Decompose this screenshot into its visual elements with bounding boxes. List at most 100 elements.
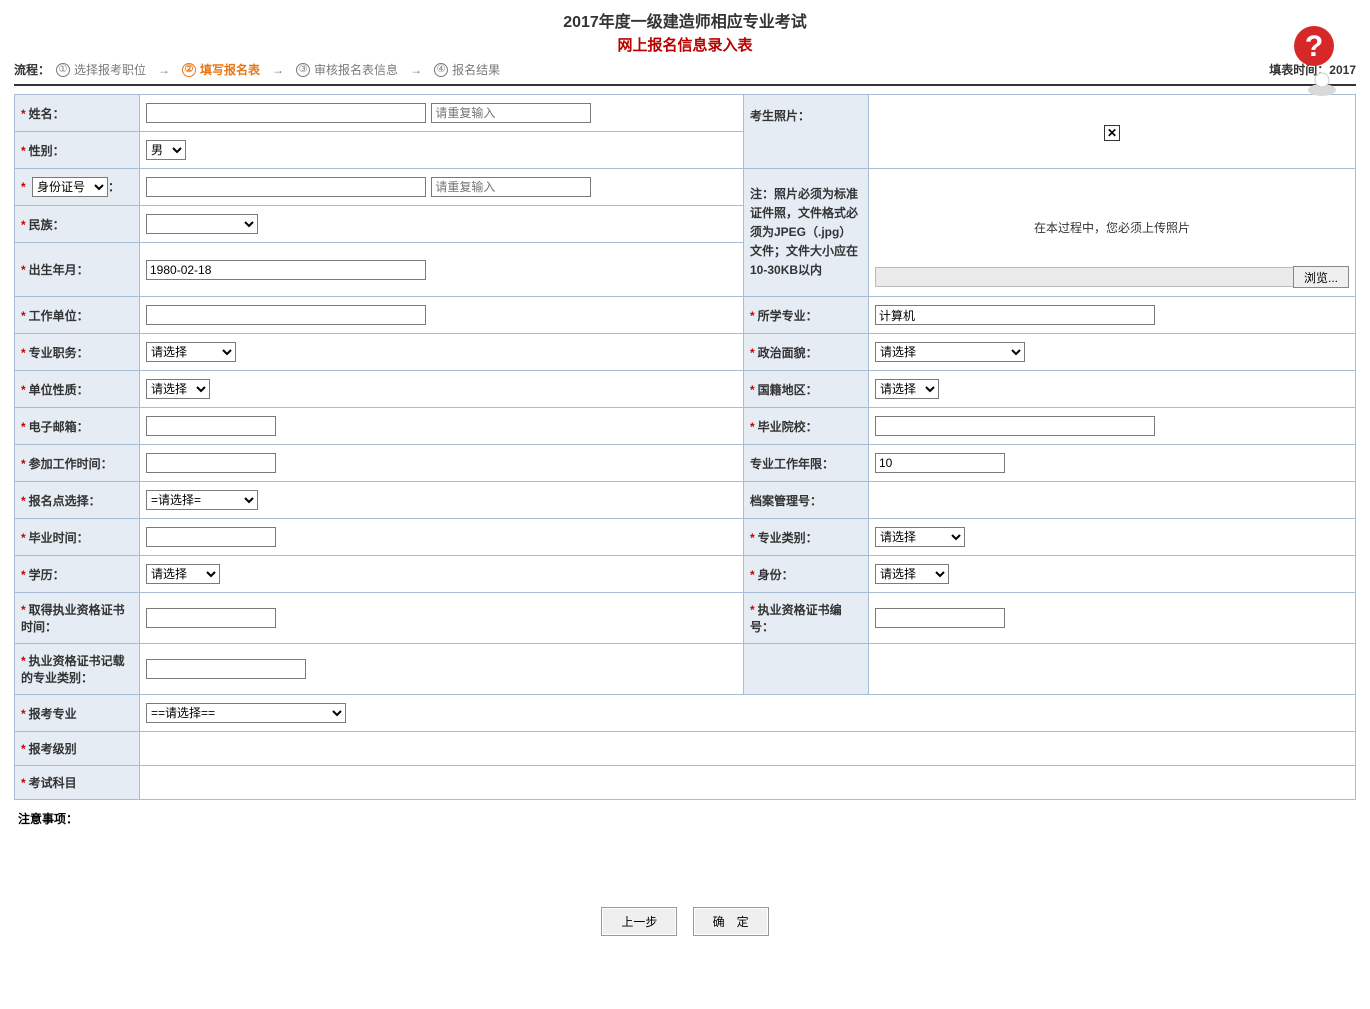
flow-step-3: ③审核报名表信息 — [296, 61, 398, 78]
label-file-no: 档案管理号： — [744, 482, 869, 519]
flow-step-4: ④报名结果 — [434, 61, 500, 78]
cell-cert-no — [869, 593, 1356, 644]
nationality-select[interactable]: 请选择 — [875, 379, 939, 399]
cell-photo-preview: ✕ — [869, 95, 1356, 169]
cell-join-work — [140, 445, 744, 482]
label-politics: *政治面貌： — [744, 334, 869, 371]
browse-button[interactable]: 浏览... — [1293, 266, 1349, 288]
flow-arrow: → — [158, 63, 170, 77]
id-confirm-input[interactable] — [431, 177, 591, 197]
cell-gender: 男 — [140, 132, 744, 169]
ethnicity-select[interactable] — [146, 214, 258, 234]
label-reg-point: *报名点选择： — [15, 482, 140, 519]
grad-time-input[interactable] — [146, 527, 276, 547]
cell-birth — [140, 243, 744, 297]
name-input[interactable] — [146, 103, 426, 123]
cell-unit-nature: 请选择 — [140, 371, 744, 408]
flow-step-1: ①选择报考职位 — [56, 61, 146, 78]
notes-label: 注意事项： — [18, 810, 1352, 827]
label-pro-title: *专业职务： — [15, 334, 140, 371]
email-input[interactable] — [146, 416, 276, 436]
label-id-type: * 身份证号： — [15, 169, 140, 206]
label-work-unit: *工作单位： — [15, 297, 140, 334]
flow-bar: 流程： ①选择报考职位 → ②填写报名表 → ③审核报名表信息 → ④报名结果 … — [0, 55, 1370, 82]
cell-reg-point: =请选择= — [140, 482, 744, 519]
label-gender: *性别： — [15, 132, 140, 169]
gender-select[interactable]: 男 — [146, 140, 186, 160]
label-join-work: *参加工作时间： — [15, 445, 140, 482]
cell-ethnicity — [140, 206, 744, 243]
cell-photo-upload: 在本过程中，您必须上传照片 浏览... — [869, 169, 1356, 297]
birth-input[interactable] — [146, 260, 426, 280]
reg-point-select[interactable]: =请选择= — [146, 490, 258, 510]
prev-button[interactable]: 上一步 — [601, 907, 677, 936]
exam-major-select[interactable]: ==请选择== — [146, 703, 346, 723]
pro-title-select[interactable]: 请选择 — [146, 342, 236, 362]
cell-pro-title: 请选择 — [140, 334, 744, 371]
label-name: *姓名： — [15, 95, 140, 132]
grad-school-input[interactable] — [875, 416, 1155, 436]
label-birth: *出生年月： — [15, 243, 140, 297]
education-select[interactable]: 请选择 — [146, 564, 220, 584]
major-input[interactable] — [875, 305, 1155, 325]
divider — [14, 84, 1356, 86]
label-pro-category: *专业类别： — [744, 519, 869, 556]
name-confirm-input[interactable] — [431, 103, 591, 123]
label-exam-major: *报考专业 — [15, 695, 140, 732]
cell-grad-school — [869, 408, 1356, 445]
cert-time-input[interactable] — [146, 608, 276, 628]
label-cert-major: *执业资格证书记载的专业类别： — [15, 644, 140, 695]
registration-form-table: *姓名： 考生照片： ✕ *性别： 男 * 身份证号： 注：照片必须为标准证件照… — [14, 94, 1356, 800]
label-grad-school: *毕业院校： — [744, 408, 869, 445]
join-work-input[interactable] — [146, 453, 276, 473]
label-major: *所学专业： — [744, 297, 869, 334]
flow-time: 填表时间：2017 — [1269, 61, 1356, 78]
cell-pro-category: 请选择 — [869, 519, 1356, 556]
work-unit-input[interactable] — [146, 305, 426, 325]
cell-education: 请选择 — [140, 556, 744, 593]
confirm-button[interactable]: 确 定 — [693, 907, 769, 936]
cell-nationality: 请选择 — [869, 371, 1356, 408]
flow-step-2: ②填写报名表 — [182, 61, 260, 78]
label-identity: *身份： — [744, 556, 869, 593]
cell-work-years — [869, 445, 1356, 482]
cell-politics: 请选择 — [869, 334, 1356, 371]
identity-select[interactable]: 请选择 — [875, 564, 949, 584]
cell-identity: 请选择 — [869, 556, 1356, 593]
label-photo-note: 注：照片必须为标准证件照，文件格式必须为JPEG（.jpg）文件；文件大小应在1… — [744, 169, 869, 297]
label-grad-time: *毕业时间： — [15, 519, 140, 556]
cert-no-input[interactable] — [875, 608, 1005, 628]
page-title: 2017年度一级建造师相应专业考试 — [0, 8, 1370, 32]
unit-nature-select[interactable]: 请选择 — [146, 379, 210, 399]
label-ethnicity: *民族： — [15, 206, 140, 243]
id-type-select[interactable]: 身份证号 — [32, 177, 108, 197]
cell-exam-major: ==请选择== — [140, 695, 1356, 732]
cert-major-input[interactable] — [146, 659, 306, 679]
upload-message: 在本过程中，您必须上传照片 — [875, 219, 1349, 236]
broken-image-icon: ✕ — [1104, 125, 1120, 141]
label-work-years: 专业工作年限： — [744, 445, 869, 482]
upload-path-field[interactable] — [875, 267, 1294, 287]
cell-empty-value — [869, 644, 1356, 695]
cell-empty — [744, 644, 869, 695]
label-cert-no: *执业资格证书编号： — [744, 593, 869, 644]
cell-file-no — [869, 482, 1356, 519]
label-exam-subject: *考试科目 — [15, 766, 140, 800]
cell-email — [140, 408, 744, 445]
label-photo: 考生照片： — [744, 95, 869, 169]
cell-exam-level — [140, 732, 1356, 766]
pro-category-select[interactable]: 请选择 — [875, 527, 965, 547]
button-bar: 上一步 确 定 — [0, 907, 1370, 936]
id-input[interactable] — [146, 177, 426, 197]
cell-cert-major — [140, 644, 744, 695]
label-email: *电子邮箱： — [15, 408, 140, 445]
label-cert-time: *取得执业资格证书时间： — [15, 593, 140, 644]
label-unit-nature: *单位性质： — [15, 371, 140, 408]
label-nationality: *国籍地区： — [744, 371, 869, 408]
cell-grad-time — [140, 519, 744, 556]
flow-arrow: → — [410, 63, 422, 77]
cell-exam-subject — [140, 766, 1356, 800]
politics-select[interactable]: 请选择 — [875, 342, 1025, 362]
cell-major — [869, 297, 1356, 334]
work-years-input[interactable] — [875, 453, 1005, 473]
